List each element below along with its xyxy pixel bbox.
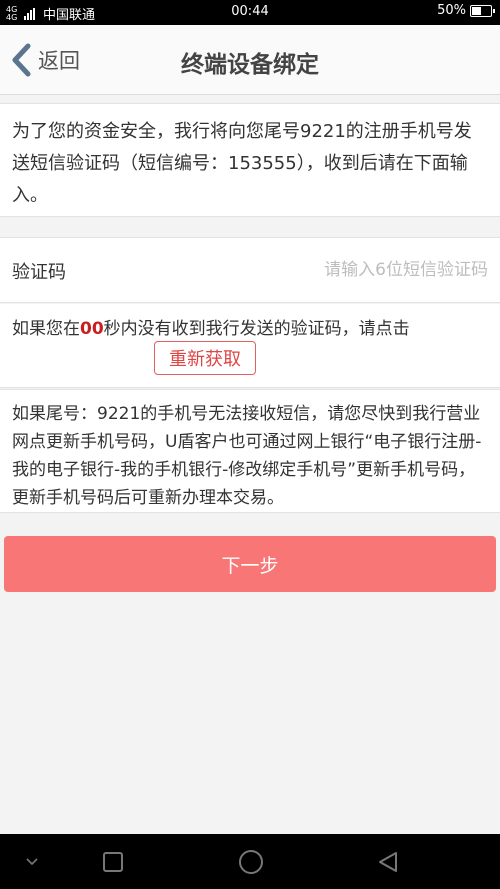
battery-percent: 50% bbox=[437, 3, 466, 18]
help-notice: 如果尾号：9221的手机号无法接收短信，请您尽快到我行营业网点更新手机号码，U盾… bbox=[0, 389, 500, 513]
next-step-button[interactable]: 下一步 bbox=[4, 536, 496, 592]
sms-notice: 为了您的资金安全，我行将向您尾号9221的注册手机号发送短信验证码（短信编号：1… bbox=[0, 103, 500, 217]
home-icon[interactable] bbox=[230, 834, 272, 889]
status-bar: 4G 4G 中国联通 00:44 50% bbox=[0, 0, 500, 25]
resend-hint: 如果您在00秒内没有收到我行发送的验证码，请点击 bbox=[12, 314, 410, 339]
nav-bar: 返回 终端设备绑定 bbox=[0, 25, 500, 95]
battery-fill bbox=[472, 6, 481, 15]
resend-section: 如果您在00秒内没有收到我行发送的验证码，请点击 重新获取 bbox=[0, 304, 500, 388]
resend-button[interactable]: 重新获取 bbox=[154, 341, 256, 375]
collapse-icon[interactable] bbox=[12, 834, 52, 889]
recent-apps-icon[interactable] bbox=[93, 834, 133, 889]
resend-hint-prefix: 如果您在 bbox=[12, 319, 80, 339]
verify-code-row: 验证码 bbox=[0, 237, 500, 303]
verify-code-label: 验证码 bbox=[12, 262, 66, 283]
verify-code-input[interactable] bbox=[228, 252, 488, 288]
countdown-seconds: 00 bbox=[80, 319, 104, 339]
system-nav-bar bbox=[0, 834, 500, 889]
battery-icon bbox=[470, 4, 495, 17]
clock: 00:44 bbox=[231, 4, 269, 19]
page-title: 终端设备绑定 bbox=[181, 52, 319, 78]
resend-hint-suffix: 秒内没有收到我行发送的验证码，请点击 bbox=[103, 319, 410, 339]
back-nav-icon[interactable] bbox=[368, 834, 408, 889]
